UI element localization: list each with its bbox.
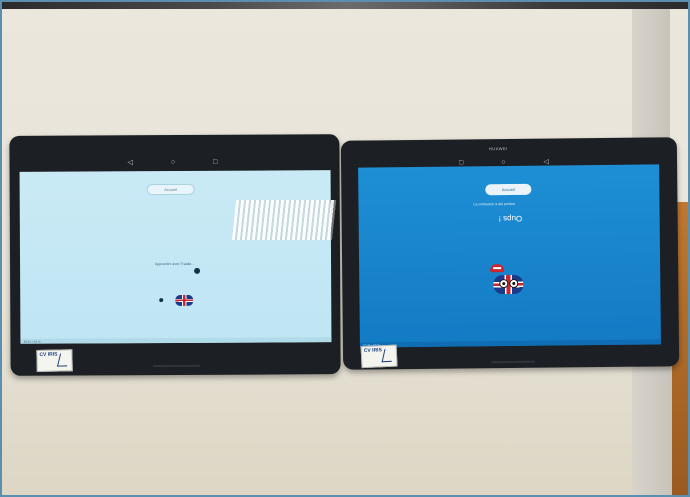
mascot-eyes-icon xyxy=(499,278,519,289)
loading-dot xyxy=(194,267,201,274)
home-button[interactable]: Accueil xyxy=(485,183,532,196)
home-button[interactable]: Accueil xyxy=(146,183,195,196)
top-strip xyxy=(2,2,688,9)
mascot-hat-icon xyxy=(490,264,505,273)
right-tablet-screen: Accueil La connexion a été perdue Oups !… xyxy=(358,164,661,348)
light-glare xyxy=(231,200,337,240)
union-jack-mascot-icon xyxy=(175,294,194,306)
sticker-logo-icon xyxy=(56,353,71,367)
loading-dot xyxy=(159,298,164,303)
left-tablet-screen: Accueil Apprendre avec Tralala... 10:44 … xyxy=(19,170,332,344)
sticker-text: CV IRIS xyxy=(39,351,58,358)
inventory-sticker: CV IRIS xyxy=(36,349,73,373)
left-status-bar: 10:44 ▪ 54 % xyxy=(20,337,332,344)
home-icon[interactable]: ○ xyxy=(501,159,505,166)
left-tablet-navbar: ◁ ○ □ xyxy=(127,159,217,166)
error-title: Oups ! xyxy=(498,213,523,224)
sticker-logo-icon xyxy=(381,348,395,363)
home-icon[interactable]: ○ xyxy=(171,159,175,166)
right-status-bar: 10:44 ▪ 53 % xyxy=(359,339,661,348)
right-tablet: HUAWEI □ ○ ◁ Accueil La connexion a été … xyxy=(340,137,680,370)
sticker-text: CV IRIS xyxy=(363,347,382,355)
status-text: 10:44 ▪ 54 % xyxy=(23,339,41,344)
back-icon[interactable]: ◁ xyxy=(543,159,548,166)
inventory-sticker: CV IRIS xyxy=(360,344,398,369)
photo-frame: ◁ ○ □ Accueil Apprendre avec Tralala... … xyxy=(0,0,690,497)
speaker-grille xyxy=(491,360,536,364)
left-tablet: ◁ ○ □ Accueil Apprendre avec Tralala... … xyxy=(9,134,341,376)
union-jack-mascot-icon xyxy=(493,274,524,295)
recents-icon[interactable]: □ xyxy=(459,159,463,166)
back-icon[interactable]: ◁ xyxy=(127,159,132,166)
connection-lost-message: La connexion a été perdue xyxy=(473,201,515,207)
loading-message: Apprendre avec Tralala... xyxy=(155,261,195,267)
recents-icon[interactable]: □ xyxy=(213,159,217,166)
brand-label: HUAWEI xyxy=(488,146,508,152)
speaker-grille xyxy=(152,364,201,368)
